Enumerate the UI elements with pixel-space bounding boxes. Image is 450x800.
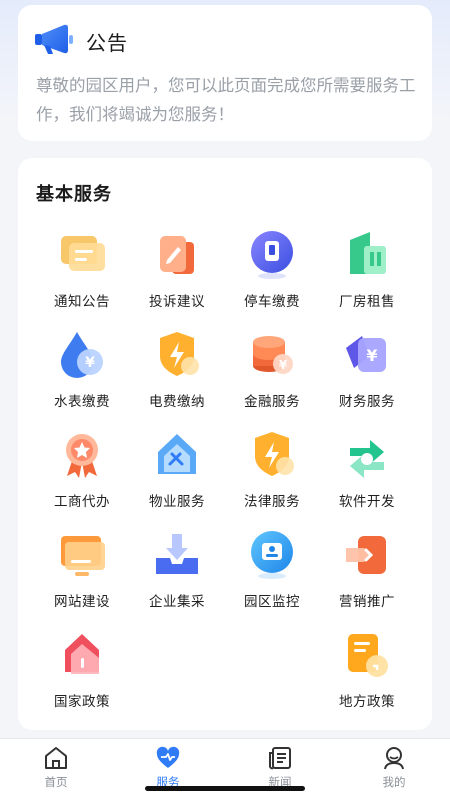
website-icon — [61, 536, 105, 576]
notice-card: 公告 尊敬的园区用户，您可以此页面完成您所需要服务工作，我们将竭诚为您服务！ — [18, 5, 432, 141]
service-label: 金融服务 — [244, 394, 300, 410]
complaint-icon — [160, 236, 194, 274]
electricity-icon — [160, 332, 199, 376]
service-item-local-policy[interactable]: 地方政策 — [317, 628, 417, 718]
service-item-parking[interactable]: 停车缴费 — [222, 228, 322, 318]
svg-text:¥: ¥ — [279, 358, 288, 372]
svg-text:¥: ¥ — [366, 346, 377, 365]
tab-label: 我的 — [382, 775, 406, 789]
notice-header: 公告 — [34, 23, 128, 59]
service-label: 企业集采 — [149, 594, 205, 610]
services-card: 基本服务 通知公告 投诉建议 停车缴费 厂房租售 ¥ 水表缴费 电费缴纳 ¥ 金… — [18, 158, 432, 730]
service-item-accounting[interactable]: ¥ 财务服务 — [317, 328, 417, 418]
service-item-software[interactable]: 软件开发 — [317, 428, 417, 518]
service-item-marketing[interactable]: 营销推广 — [317, 528, 417, 618]
service-label: 电费缴纳 — [149, 394, 205, 410]
news-icon — [269, 747, 291, 770]
home-icon — [45, 747, 67, 769]
service-label: 财务服务 — [339, 394, 395, 410]
service-label: 法律服务 — [244, 494, 300, 510]
service-item-factory[interactable]: 厂房租售 — [317, 228, 417, 318]
service-label: 工商代办 — [54, 494, 110, 510]
service-item-legal[interactable]: 法律服务 — [222, 428, 322, 518]
service-label: 停车缴费 — [244, 294, 300, 310]
national-policy-icon — [65, 634, 99, 674]
service-item-national-policy[interactable]: 国家政策 — [32, 628, 132, 718]
service-label: 通知公告 — [54, 294, 110, 310]
service-label: 园区监控 — [244, 594, 300, 610]
megaphone-icon — [34, 23, 74, 59]
notification-icon — [61, 236, 105, 271]
service-label: 投诉建议 — [149, 294, 205, 310]
svg-text:¥: ¥ — [85, 355, 95, 371]
property-icon — [158, 434, 196, 474]
finance-icon: ¥ — [253, 336, 293, 374]
service-item-property[interactable]: 物业服务 — [127, 428, 227, 518]
service-item-finance[interactable]: ¥ 金融服务 — [222, 328, 322, 418]
software-icon — [350, 440, 384, 478]
service-label: 营销推广 — [339, 594, 395, 610]
service-item-business[interactable]: 工商代办 — [32, 428, 132, 518]
service-item-monitoring[interactable]: 园区监控 — [222, 528, 322, 618]
business-license-icon — [66, 434, 98, 478]
monitoring-icon — [251, 531, 293, 579]
water-meter-icon: ¥ — [61, 332, 103, 378]
service-item-notification[interactable]: 通知公告 — [32, 228, 132, 318]
service-label: 网站建设 — [54, 594, 110, 610]
service-item-procurement[interactable]: 企业集采 — [127, 528, 227, 618]
service-label: 地方政策 — [339, 694, 395, 710]
service-item-complaint[interactable]: 投诉建议 — [127, 228, 227, 318]
service-item-electricity[interactable]: 电费缴纳 — [127, 328, 227, 418]
notice-title: 公告 — [86, 30, 128, 55]
service-item-water[interactable]: ¥ 水表缴费 — [32, 328, 132, 418]
marketing-icon — [346, 536, 386, 574]
procurement-icon — [156, 534, 198, 574]
tab-home[interactable]: 首页 — [16, 745, 96, 795]
legal-icon — [255, 432, 294, 476]
home-indicator[interactable] — [145, 786, 305, 791]
service-item-website[interactable]: 网站建设 — [32, 528, 132, 618]
service-label: 厂房租售 — [339, 294, 395, 310]
service-label: 水表缴费 — [54, 394, 110, 410]
notice-text: 尊敬的园区用户，您可以此页面完成您所需要服务工作，我们将竭诚为您服务！ — [36, 76, 416, 124]
service-label: 软件开发 — [339, 494, 395, 510]
local-policy-icon — [348, 634, 388, 677]
service-label: 物业服务 — [149, 494, 205, 510]
profile-icon — [384, 747, 404, 770]
service-label: 国家政策 — [54, 694, 110, 710]
factory-icon — [350, 232, 386, 274]
service-heart-icon — [156, 746, 180, 768]
accounting-icon: ¥ — [346, 336, 386, 372]
services-title: 基本服务 — [36, 184, 112, 205]
tab-profile[interactable]: 我的 — [354, 745, 434, 795]
parking-icon — [251, 231, 293, 279]
tab-label: 首页 — [44, 775, 68, 789]
